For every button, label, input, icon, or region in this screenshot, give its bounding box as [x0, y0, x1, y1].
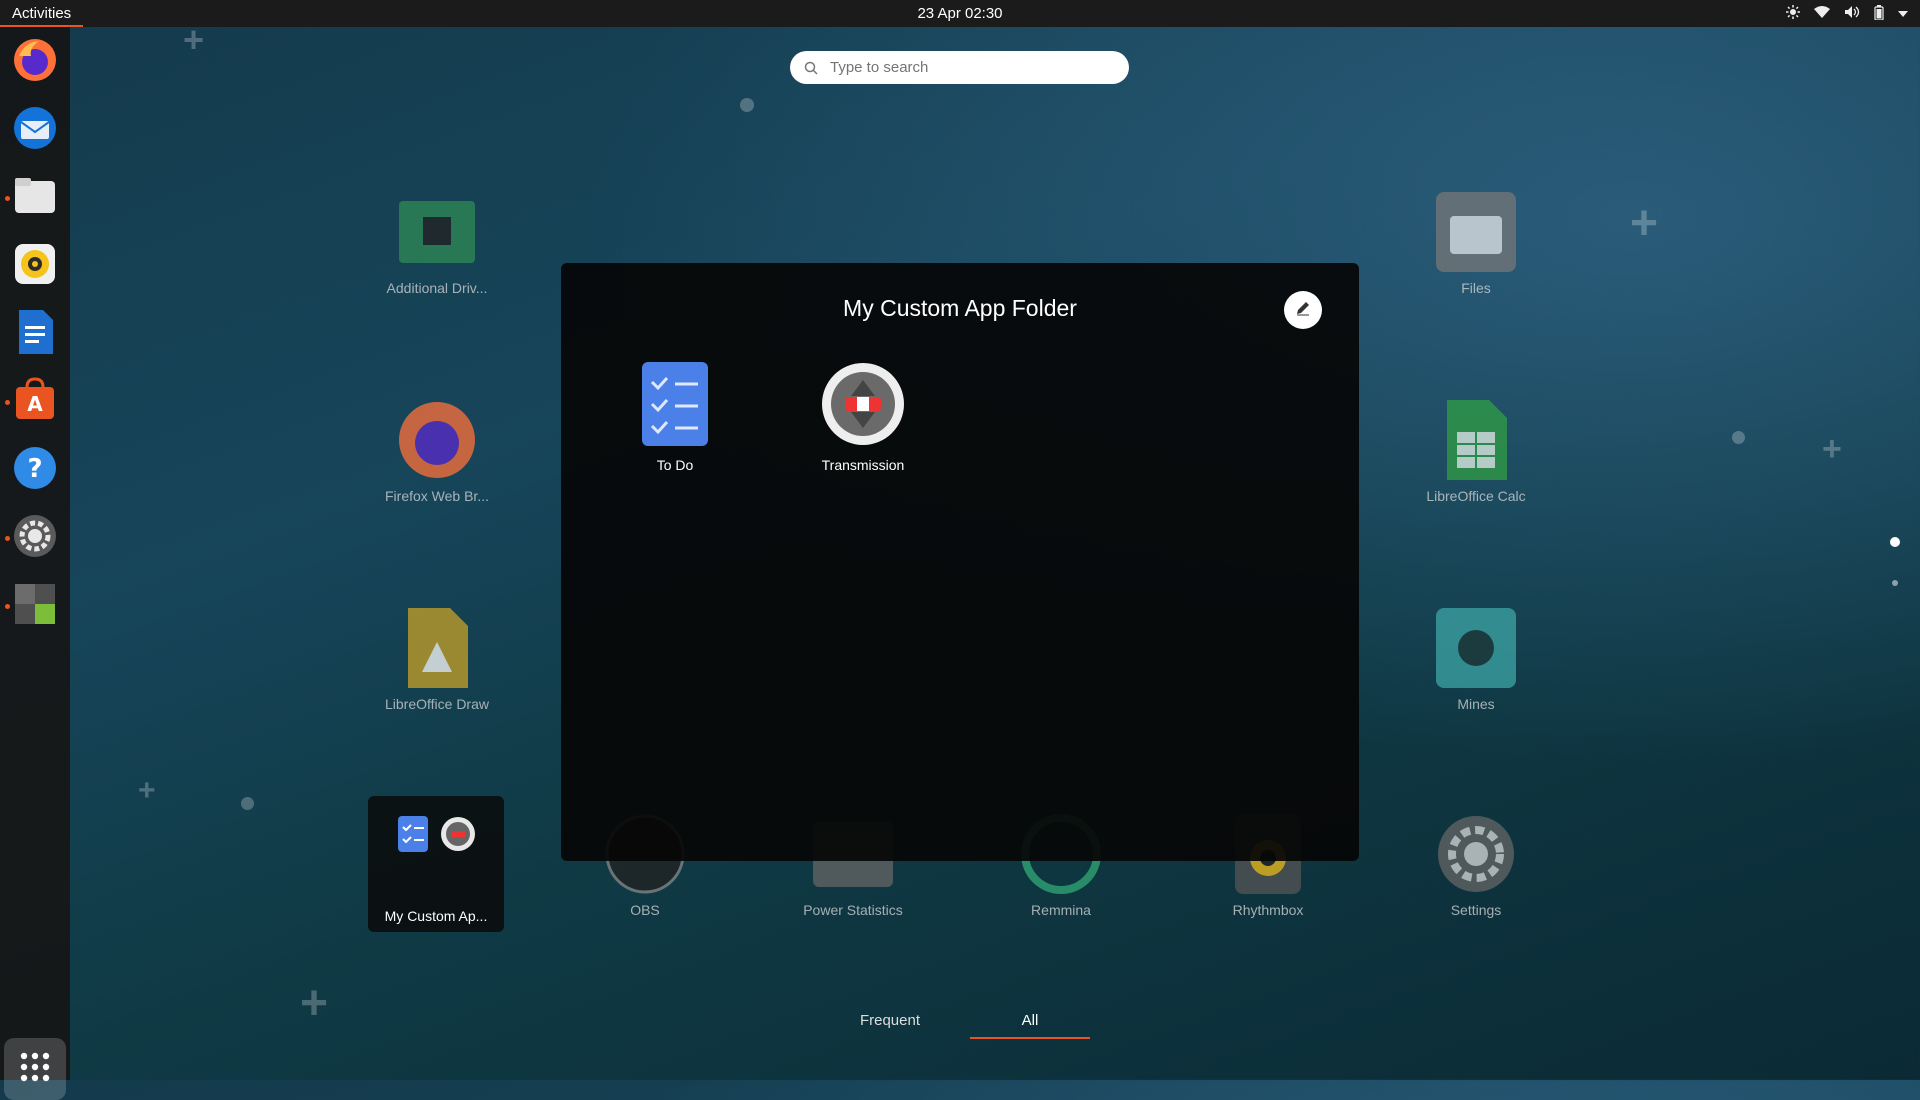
app-label: Firefox Web Br...	[385, 488, 489, 504]
app-label: My Custom Ap...	[384, 908, 488, 924]
app-label: Files	[1461, 280, 1491, 296]
mine-icon	[1434, 606, 1518, 690]
app-label: Remmina	[1031, 902, 1091, 918]
view-switcher: Frequent All	[0, 1012, 1920, 1039]
app-mines[interactable]: Mines	[1391, 606, 1561, 712]
puzzle-icon	[12, 581, 58, 632]
chip-icon	[395, 190, 479, 274]
wifi-icon[interactable]	[1814, 5, 1830, 22]
chevron-down-icon[interactable]	[1898, 6, 1908, 21]
tab-frequent[interactable]: Frequent	[830, 1012, 950, 1039]
dock-help[interactable]: ?	[7, 442, 63, 498]
app-label: LibreOffice Draw	[384, 696, 489, 712]
wallpaper-dot-decoration	[1732, 431, 1745, 444]
system-tray[interactable]	[1786, 0, 1908, 27]
folder-app-todo[interactable]: To Do	[600, 362, 750, 473]
folder-app-transmission[interactable]: Transmission	[788, 362, 938, 473]
app-label: OBS	[630, 902, 660, 918]
search-icon	[804, 61, 818, 75]
app-label: To Do	[656, 457, 694, 473]
search-bar[interactable]	[790, 51, 1129, 84]
speaker-icon	[12, 241, 58, 292]
page-indicator-active[interactable]	[1890, 537, 1900, 547]
pencil-icon	[1295, 300, 1311, 321]
firefox-icon	[395, 398, 479, 482]
edit-folder-button[interactable]	[1284, 291, 1322, 329]
dock-thunderbird[interactable]	[7, 102, 63, 158]
gear-icon	[1434, 812, 1518, 896]
dock: A ?	[0, 27, 70, 1100]
app-firefox[interactable]: Firefox Web Br...	[352, 398, 522, 504]
brightness-icon[interactable]	[1786, 5, 1800, 22]
wallpaper-plus-decoration: +	[1630, 197, 1659, 250]
app-label: Power Statistics	[803, 902, 903, 918]
spreadsheet-icon	[1434, 398, 1518, 482]
app-label: Additional Driv...	[386, 280, 488, 296]
dock-firefox[interactable]	[7, 34, 63, 90]
folder-icon	[12, 173, 58, 224]
mail-icon	[11, 104, 59, 157]
app-settings[interactable]: Settings	[1391, 812, 1561, 918]
help-icon: ?	[12, 445, 58, 496]
wallpaper-plus-decoration: +	[138, 774, 156, 807]
page-indicator[interactable]	[1892, 580, 1898, 586]
folder-dialog: My Custom App Folder To Do Transmission	[561, 263, 1359, 861]
drawing-icon	[395, 606, 479, 690]
app-label: Mines	[1457, 696, 1495, 712]
app-label: Settings	[1450, 902, 1502, 918]
wallpaper-dot-decoration	[740, 98, 754, 112]
firefox-icon	[11, 36, 59, 89]
battery-icon[interactable]	[1874, 4, 1884, 23]
svg-text:?: ?	[27, 454, 42, 484]
show-applications-button[interactable]	[4, 1038, 66, 1100]
dock-writer[interactable]	[7, 306, 63, 362]
top-bar: Activities 23 Apr 02:30	[0, 0, 1920, 27]
app-libreoffice-draw[interactable]: LibreOffice Draw	[352, 606, 522, 712]
app-files[interactable]: Files	[1391, 190, 1561, 296]
app-additional-drivers[interactable]: Additional Driv...	[352, 190, 522, 296]
dock-files[interactable]	[7, 170, 63, 226]
volume-icon[interactable]	[1844, 5, 1860, 22]
app-libreoffice-calc[interactable]: LibreOffice Calc	[1391, 398, 1561, 504]
dock-rhythmbox[interactable]	[7, 238, 63, 294]
search-input[interactable]	[828, 58, 1102, 77]
dock-ubuntu-software[interactable]: A	[7, 374, 63, 430]
app-label: Rhythmbox	[1232, 902, 1304, 918]
transmission-icon	[440, 816, 476, 857]
wallpaper-plus-decoration: +	[183, 19, 205, 60]
store-icon: A	[12, 376, 58, 428]
grid-icon	[19, 1051, 51, 1088]
transmission-icon	[788, 362, 938, 451]
app-label: LibreOffice Calc	[1426, 488, 1526, 504]
dock-extensions[interactable]	[7, 578, 63, 634]
app-label: Transmission	[821, 457, 905, 473]
wallpaper-dot-decoration	[241, 797, 254, 810]
dock-settings[interactable]	[7, 510, 63, 566]
tab-all[interactable]: All	[970, 1012, 1090, 1039]
wallpaper-plus-decoration: +	[1822, 430, 1842, 468]
folder-icon	[1434, 190, 1518, 274]
todo-icon	[398, 816, 428, 857]
gear-icon	[12, 513, 58, 564]
clock[interactable]: 23 Apr 02:30	[0, 0, 1920, 27]
todo-icon	[600, 362, 750, 451]
svg-text:A: A	[27, 392, 43, 416]
folder-title[interactable]: My Custom App Folder	[561, 295, 1359, 322]
document-icon	[13, 308, 57, 361]
app-folder-tile[interactable]: My Custom Ap...	[368, 796, 504, 932]
